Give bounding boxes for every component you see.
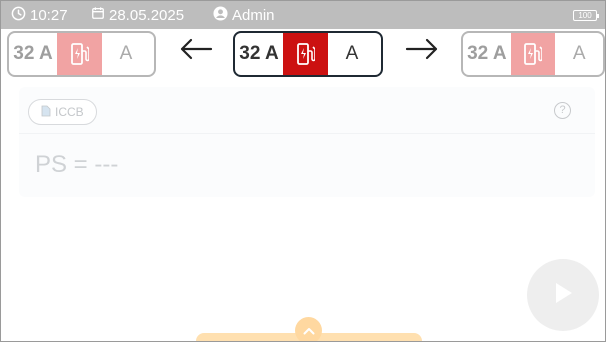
- time-text: 10:27: [30, 7, 68, 24]
- play-button[interactable]: [527, 259, 599, 331]
- clock-icon: [11, 6, 26, 25]
- document-icon: [41, 105, 51, 120]
- status-time: 10:27: [11, 6, 68, 25]
- date-text: 28.05.2025: [109, 6, 185, 24]
- chip-label: ICCB: [55, 105, 84, 119]
- screen: 10:27 28.05.2025 Admin 100 32 A A 32 A A…: [0, 0, 606, 342]
- connector-toggle-next[interactable]: 32 A A: [461, 31, 605, 77]
- unit-label: A: [572, 43, 586, 64]
- help-circle-icon[interactable]: ?: [554, 102, 571, 119]
- ev-charger-icon: [57, 33, 102, 75]
- connector-toggle-prev[interactable]: 32 A A: [7, 31, 156, 77]
- arrow-left-icon[interactable]: [179, 37, 213, 67]
- test-card: ICCB ? PS = ---: [19, 87, 595, 197]
- ps-readout: PS = ---: [35, 151, 119, 178]
- user-icon: [213, 6, 228, 25]
- card-divider: [19, 133, 595, 134]
- unit-label: A: [345, 43, 359, 64]
- arrow-right-icon[interactable]: [405, 37, 439, 67]
- play-icon: [552, 281, 574, 310]
- unit-label: A: [119, 43, 133, 64]
- status-bar: 10:27 28.05.2025 Admin 100: [1, 1, 605, 29]
- ev-charger-icon: [283, 33, 328, 75]
- user-name: Admin: [232, 7, 275, 24]
- iccb-chip[interactable]: ICCB: [28, 99, 97, 125]
- current-value: 32 A: [467, 43, 507, 64]
- current-value: 32 A: [239, 43, 279, 64]
- status-date: 28.05.2025: [91, 6, 184, 24]
- expand-drawer-button[interactable]: [295, 317, 322, 341]
- ev-charger-icon: [510, 33, 556, 75]
- calendar-icon: [91, 6, 105, 24]
- current-value: 32 A: [13, 43, 53, 64]
- chevron-up-icon: [303, 322, 315, 340]
- connector-toggle-selected[interactable]: 32 A A: [233, 31, 383, 77]
- status-user[interactable]: Admin: [213, 6, 275, 25]
- battery-icon: 100: [573, 10, 599, 21]
